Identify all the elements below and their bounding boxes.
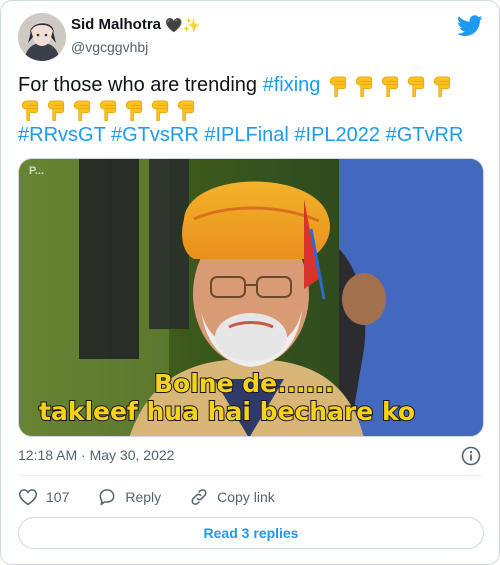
pointing-down-emoji-icon <box>430 75 453 97</box>
media-watermark: P... <box>29 165 45 177</box>
author-emojis: 🖤✨ <box>165 16 200 33</box>
hashtag-link[interactable]: #GTvRR <box>386 124 464 146</box>
link-icon <box>191 489 207 505</box>
avatar[interactable] <box>18 13 66 61</box>
pointing-down-emoji-icon <box>44 99 67 121</box>
like-button[interactable]: 107 <box>18 487 69 507</box>
pointing-down-emoji-icon <box>70 99 93 121</box>
twitter-bird-icon[interactable] <box>457 15 483 37</box>
read-replies-label: Read 3 replies <box>203 525 299 541</box>
pointing-down-emoji-icon <box>122 99 145 121</box>
reply-label: Reply <box>125 489 162 505</box>
pointing-down-emoji-icon <box>18 99 41 121</box>
pointing-emoji-group <box>326 75 453 97</box>
meme-caption-line-2: takleef hua hai bechare ko <box>38 396 416 427</box>
pointing-down-emoji-icon <box>96 99 119 121</box>
pointing-down-emoji-icon <box>326 75 349 97</box>
reply-button[interactable]: Reply <box>97 487 161 507</box>
author-name-row[interactable]: Sid Malhotra 🖤✨ <box>71 16 200 33</box>
read-replies-button[interactable]: Read 3 replies <box>18 517 484 549</box>
pointing-down-emoji-icon <box>148 99 171 121</box>
hashtag-fixing[interactable]: #fixing <box>263 74 321 96</box>
author-handle[interactable]: @vgcggvhbj <box>71 39 148 55</box>
hashtag-link[interactable]: #GTvsRR <box>111 124 199 146</box>
pointing-down-emoji-icon <box>352 75 375 97</box>
hashtag-link[interactable]: #IPL2022 <box>294 124 380 146</box>
reply-icon <box>99 489 115 506</box>
tweet-text: For those who are trending #fixing #RRvs… <box>18 73 488 147</box>
pointing-down-emoji-icon <box>174 99 197 121</box>
tweet-card: Sid Malhotra 🖤✨ @vgcggvhbj For those who… <box>0 0 500 565</box>
info-icon[interactable] <box>461 446 481 466</box>
tweet-intro-text: For those who are trending <box>18 74 258 96</box>
copy-link-button[interactable]: Copy link <box>189 487 275 507</box>
heart-icon <box>18 489 38 506</box>
tweet-actions: 107 Reply Copy link <box>18 487 303 507</box>
divider <box>18 475 482 476</box>
pointing-down-emoji-icon <box>404 75 427 97</box>
pointing-emoji-group <box>18 99 197 121</box>
hashtag-link[interactable]: #IPLFinal <box>204 124 289 146</box>
copy-link-label: Copy link <box>217 489 275 505</box>
meme-caption-line-1: Bolne de...... <box>153 368 335 399</box>
pointing-down-emoji-icon <box>378 75 401 97</box>
tweet-timestamp[interactable]: 12:18 AM · May 30, 2022 <box>18 447 174 463</box>
author-name[interactable]: Sid Malhotra <box>71 16 161 33</box>
hashtag-link[interactable]: #RRvsGT <box>18 124 105 146</box>
like-count: 107 <box>46 489 70 505</box>
tweet-media-image[interactable]: P... Bolne de...... takleef hua hai bech… <box>18 158 484 437</box>
